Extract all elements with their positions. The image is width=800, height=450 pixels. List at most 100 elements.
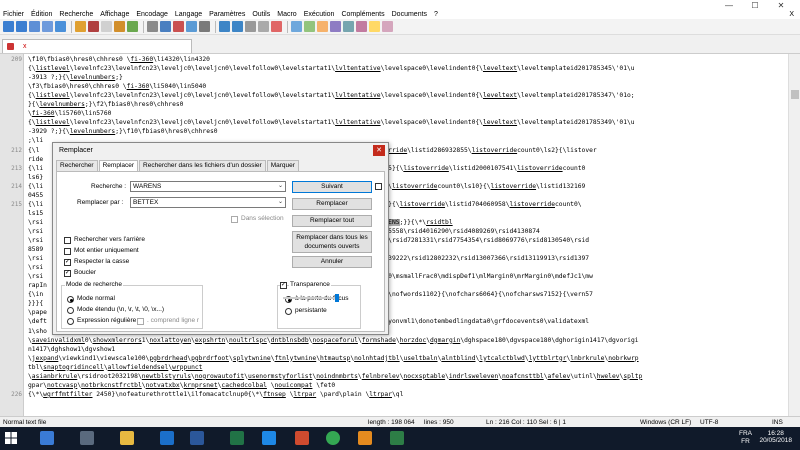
toolbar-button-icon[interactable]: [29, 21, 40, 32]
menu-item-6[interactable]: Paramètres: [209, 11, 245, 18]
toolbar-button-icon[interactable]: [3, 21, 14, 32]
code-line[interactable]: {\listlevel\levelnfc23\levelnfcn23\level…: [28, 65, 788, 72]
tab-close-button[interactable]: x: [23, 43, 27, 50]
in-selection-checkbox[interactable]: [231, 216, 238, 223]
menu-item-2[interactable]: Recherche: [59, 11, 93, 18]
document-tab[interactable]: x: [2, 39, 192, 53]
mode-normal-radio[interactable]: [67, 296, 74, 303]
code-line[interactable]: \asianbrkrule\rsidroot2032198\newtblstyr…: [28, 373, 788, 380]
code-line[interactable]: n1417\dghshow1\dgvshow1: [28, 346, 788, 353]
code-line[interactable]: \fi-360\li5760\lin5760: [28, 110, 788, 117]
transparency-slider-thumb[interactable]: [335, 294, 339, 302]
edge-icon[interactable]: [262, 431, 276, 445]
code-line[interactable]: \jexpand\viewkind1\viewscale100\pgbrdrhe…: [28, 355, 788, 362]
mode-extended-radio[interactable]: [67, 307, 74, 314]
toolbar-button-icon[interactable]: [291, 21, 302, 32]
clock[interactable]: 16:28 20/05/2018: [759, 430, 792, 444]
backward-checkbox[interactable]: [64, 237, 71, 244]
dot-newline-checkbox[interactable]: [137, 318, 144, 325]
tab-find-in-files[interactable]: Rechercher dans les fichiers d'un dossie…: [139, 160, 266, 171]
code-line[interactable]: \saveinvalidxml0\showxmlerrors1\noxlatto…: [28, 337, 788, 344]
toolbar-button-icon[interactable]: [173, 21, 184, 32]
menu-item-11[interactable]: Documents: [392, 11, 427, 18]
menu-item-0[interactable]: Fichier: [3, 11, 24, 18]
app-icon[interactable]: [295, 431, 309, 445]
menu-item-12[interactable]: ?: [434, 11, 438, 18]
scrollbar-thumb[interactable]: [791, 90, 799, 99]
close-document-button[interactable]: X: [789, 11, 794, 18]
replace-all-button[interactable]: Remplacer tout: [292, 215, 372, 227]
find-next-button[interactable]: Suivant: [292, 181, 372, 193]
input-language[interactable]: FRA FR: [739, 430, 752, 446]
search-input[interactable]: WARENS ⌄: [130, 181, 286, 192]
toolbar-button-icon[interactable]: [232, 21, 243, 32]
code-line[interactable]: tbl\snaptogridincell\allowfieldendsel\wr…: [28, 364, 788, 371]
toolbar-button-icon[interactable]: [101, 21, 112, 32]
menu-item-4[interactable]: Encodage: [136, 11, 168, 18]
task-view-icon[interactable]: [80, 431, 94, 445]
code-line[interactable]: \f3\fbias0\hres0\chhres0 \fi-360\li5040\…: [28, 83, 788, 90]
code-line[interactable]: -3929 ?;}{\levelnumbers;}\f10\fbias0\hre…: [28, 128, 788, 135]
ie-icon[interactable]: [40, 431, 54, 445]
file-explorer-icon[interactable]: [120, 431, 134, 445]
transparency-checkbox[interactable]: [280, 281, 287, 289]
find-next-option-checkbox[interactable]: [375, 183, 382, 190]
tab-mark[interactable]: Marquer: [266, 160, 299, 171]
code-line[interactable]: gpar\notcvasp\notbrkcnstfrctbl\notvatxbx…: [28, 382, 788, 389]
toolbar-button-icon[interactable]: [75, 21, 86, 32]
code-line[interactable]: }{\levelnumbers;}\f2\fbias0\hres0\chhres…: [28, 101, 788, 108]
tab-find[interactable]: Rechercher: [56, 160, 98, 171]
chevron-down-icon[interactable]: ⌄: [278, 198, 283, 207]
match-case-checkbox[interactable]: [64, 258, 71, 266]
excel-icon[interactable]: [230, 431, 244, 445]
toolbar-button-icon[interactable]: [160, 21, 171, 32]
start-button[interactable]: [4, 431, 18, 445]
minimize-button[interactable]: —: [716, 1, 742, 10]
vlc-icon[interactable]: [358, 431, 372, 445]
chrome-icon[interactable]: [326, 431, 340, 445]
always-radio[interactable]: [285, 308, 292, 315]
wrap-checkbox[interactable]: [64, 269, 71, 277]
replace-input[interactable]: BETTEX ⌄: [130, 197, 286, 208]
notepadpp-icon[interactable]: [390, 431, 404, 445]
outlook-icon[interactable]: [160, 431, 174, 445]
toolbar-button-icon[interactable]: [219, 21, 230, 32]
tab-replace[interactable]: Remplacer: [98, 160, 139, 171]
replace-button[interactable]: Remplacer: [292, 198, 372, 210]
dialog-close-button[interactable]: ✕: [373, 145, 385, 156]
toolbar-button-icon[interactable]: [245, 21, 256, 32]
toolbar-button-icon[interactable]: [258, 21, 269, 32]
toolbar-button-icon[interactable]: [16, 21, 27, 32]
toolbar-button-icon[interactable]: [186, 21, 197, 32]
toolbar-button-icon[interactable]: [42, 21, 53, 32]
mode-regex-radio[interactable]: [67, 318, 74, 325]
toolbar-button-icon[interactable]: [382, 21, 393, 32]
code-line[interactable]: {\listlevel\levelnfc23\levelnfcn23\level…: [28, 92, 788, 99]
cancel-button[interactable]: Annuler: [292, 256, 372, 268]
code-line[interactable]: {\listlevel\levelnfc23\levelnfcn23\level…: [28, 119, 788, 126]
menu-item-9[interactable]: Exécution: [304, 11, 335, 18]
replace-all-open-docs-button[interactable]: Remplacer dans tous les documents ouvert…: [292, 231, 372, 253]
toolbar-button-icon[interactable]: [127, 21, 138, 32]
code-line[interactable]: {\*\wgrffmtfilter 2450}\nofeaturethrottl…: [28, 391, 788, 398]
menu-item-1[interactable]: Édition: [31, 11, 52, 18]
toolbar-button-icon[interactable]: [199, 21, 210, 32]
menu-item-7[interactable]: Outils: [252, 11, 270, 18]
toolbar-button-icon[interactable]: [330, 21, 341, 32]
toolbar-button-icon[interactable]: [343, 21, 354, 32]
close-window-button[interactable]: ✕: [768, 1, 794, 10]
whole-word-checkbox[interactable]: [64, 248, 71, 255]
toolbar-button-icon[interactable]: [317, 21, 328, 32]
toolbar-button-icon[interactable]: [88, 21, 99, 32]
menu-item-10[interactable]: Compléments: [341, 11, 384, 18]
toolbar-button-icon[interactable]: [147, 21, 158, 32]
maximize-button[interactable]: ☐: [742, 1, 768, 10]
chevron-down-icon[interactable]: ⌄: [278, 182, 283, 191]
menu-item-3[interactable]: Affichage: [100, 11, 129, 18]
toolbar-button-icon[interactable]: [55, 21, 66, 32]
code-line[interactable]: -3913 ?;}{\levelnumbers;}: [28, 74, 788, 81]
transparency-slider[interactable]: [283, 297, 337, 299]
toolbar-button-icon[interactable]: [304, 21, 315, 32]
toolbar-button-icon[interactable]: [271, 21, 282, 32]
vertical-scrollbar[interactable]: [788, 54, 800, 416]
